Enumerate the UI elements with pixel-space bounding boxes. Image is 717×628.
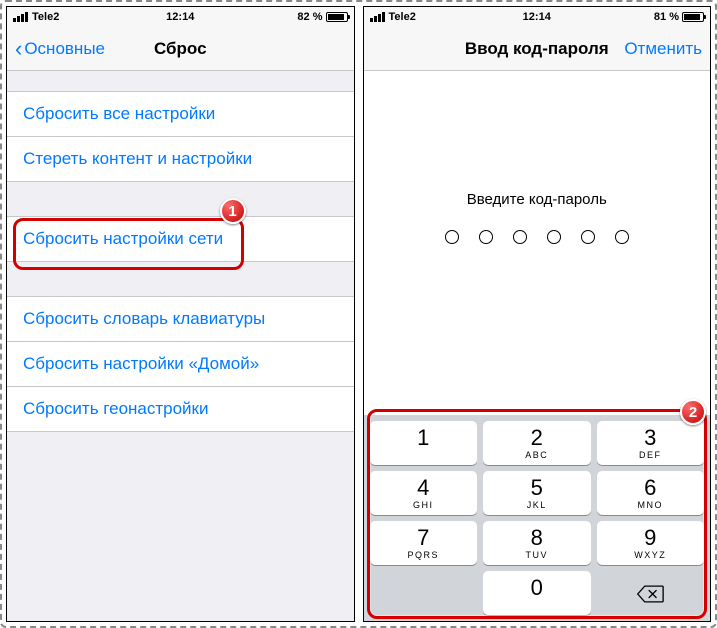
nav-bar: Ввод код-пароля Отменить <box>364 27 711 71</box>
page-title: Сброс <box>7 39 354 59</box>
reset-location-privacy[interactable]: Сбросить геонастройки <box>7 386 354 432</box>
passcode-prompt-label: Введите код-пароль <box>364 191 711 208</box>
reset-all-settings[interactable]: Сбросить все настройки <box>7 91 354 136</box>
backspace-key[interactable] <box>597 571 705 615</box>
passcode-dot <box>445 230 459 244</box>
passcode-dots <box>364 230 711 244</box>
key-blank <box>370 571 478 615</box>
key-1[interactable]: 1 <box>370 421 478 465</box>
settings-group: Сбросить словарь клавиатуры Сбросить нас… <box>7 296 354 432</box>
key-2[interactable]: 2ABC <box>483 421 591 465</box>
page-title: Ввод код-пароля <box>364 39 711 59</box>
passcode-dot <box>581 230 595 244</box>
numeric-keypad: 1 2ABC 3DEF 4GHI 5JKL 6MNO 7PQRS 8TUV 9W… <box>364 415 711 621</box>
battery-icon <box>682 12 704 22</box>
passcode-dot <box>479 230 493 244</box>
key-0[interactable]: 0 <box>483 571 591 615</box>
passcode-prompt-area: Введите код-пароль <box>364 71 711 244</box>
key-6[interactable]: 6MNO <box>597 471 705 515</box>
passcode-dot <box>615 230 629 244</box>
passcode-screen: Введите код-пароль 1 2ABC 3DEF 4GH <box>364 71 711 621</box>
key-7[interactable]: 7PQRS <box>370 521 478 565</box>
phone-left: Tele2 12:14 82 % ‹ Основные Сброс Сброси… <box>6 6 355 622</box>
key-4[interactable]: 4GHI <box>370 471 478 515</box>
passcode-dot <box>513 230 527 244</box>
battery-icon <box>326 12 348 22</box>
annotation-badge: 1 <box>220 198 246 224</box>
settings-group: Сбросить все настройки Стереть контент и… <box>7 91 354 182</box>
clock-label: 12:14 <box>7 11 354 23</box>
reset-network-settings[interactable]: Сбросить настройки сети <box>7 216 354 262</box>
settings-list: Сбросить все настройки Стереть контент и… <box>7 71 354 621</box>
status-bar: Tele2 12:14 82 % <box>7 7 354 27</box>
status-bar: Tele2 12:14 81 % <box>364 7 711 27</box>
phone-right: Tele2 12:14 81 % Ввод код-пароля Отменит… <box>363 6 712 622</box>
erase-content-settings[interactable]: Стереть контент и настройки <box>7 136 354 182</box>
reset-home-layout[interactable]: Сбросить настройки «Домой» <box>7 341 354 386</box>
key-8[interactable]: 8TUV <box>483 521 591 565</box>
backspace-icon <box>636 584 664 604</box>
key-5[interactable]: 5JKL <box>483 471 591 515</box>
key-3[interactable]: 3DEF <box>597 421 705 465</box>
annotation-badge: 2 <box>680 399 706 425</box>
reset-keyboard-dictionary[interactable]: Сбросить словарь клавиатуры <box>7 296 354 341</box>
nav-bar: ‹ Основные Сброс <box>7 27 354 71</box>
clock-label: 12:14 <box>364 11 711 23</box>
settings-group: Сбросить настройки сети <box>7 216 354 262</box>
key-9[interactable]: 9WXYZ <box>597 521 705 565</box>
passcode-dot <box>547 230 561 244</box>
